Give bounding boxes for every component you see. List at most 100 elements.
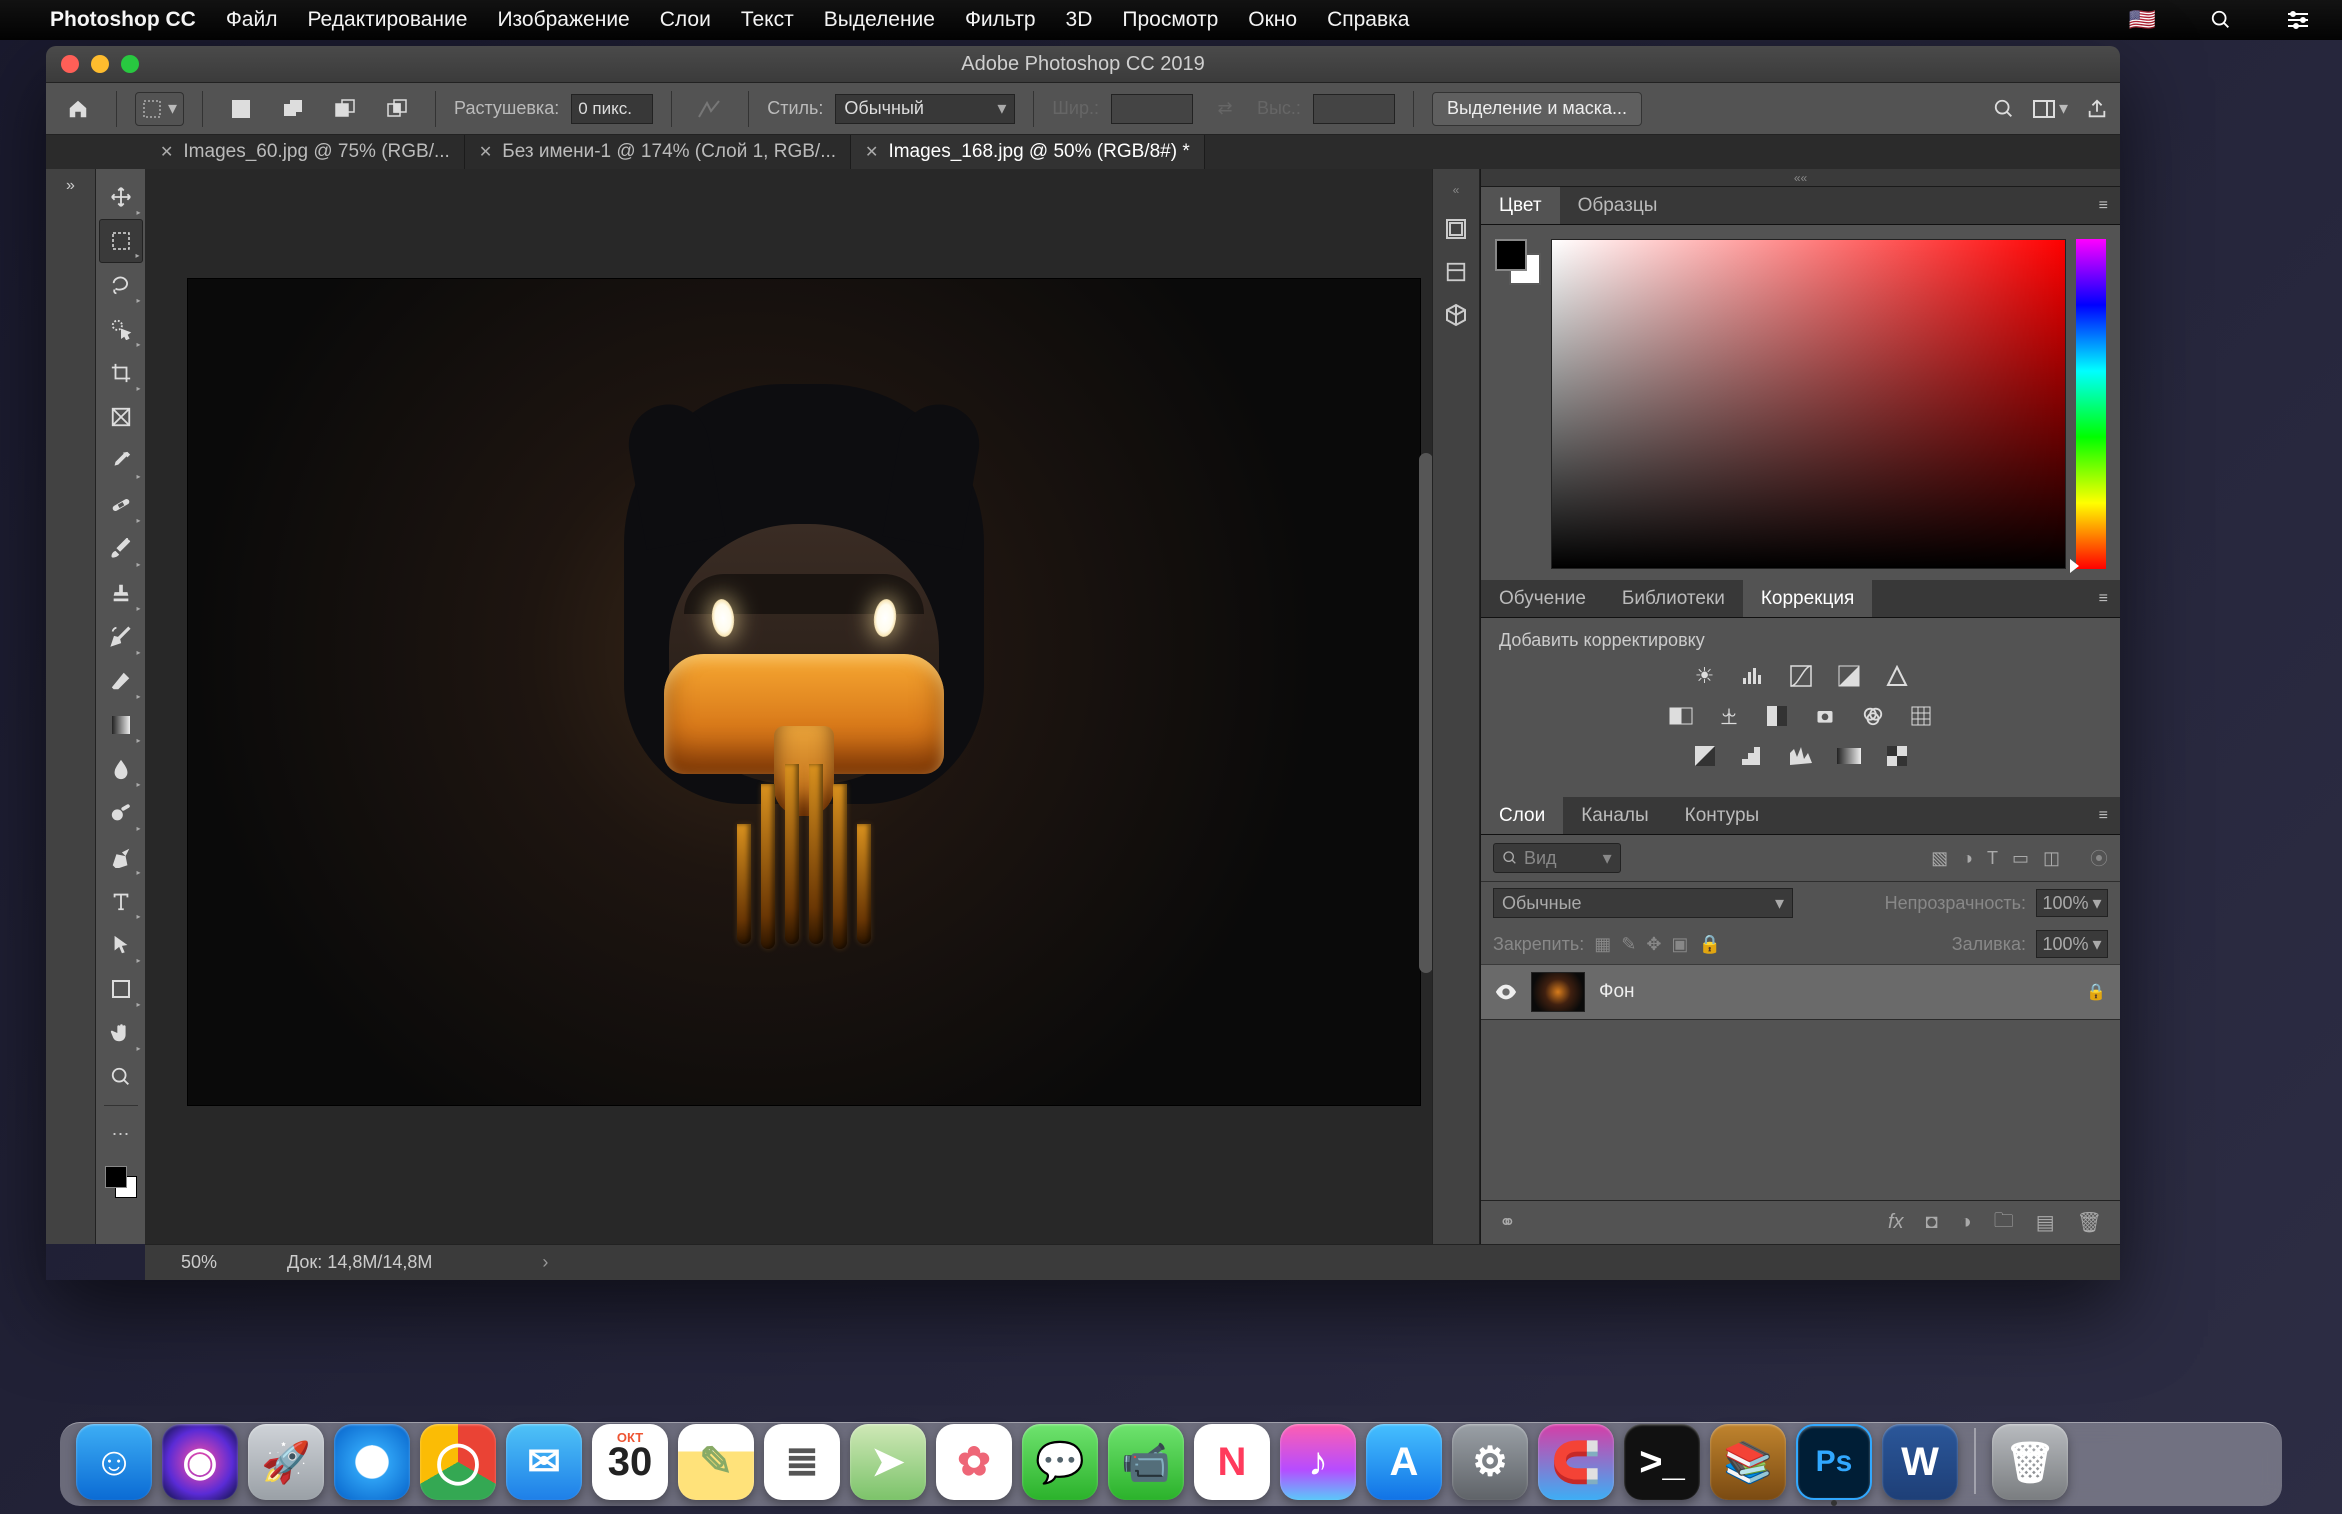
3d-panel-icon[interactable] (1444, 303, 1468, 327)
stamp-tool[interactable]: ▸ (99, 571, 143, 615)
search-icon[interactable] (1993, 98, 2015, 120)
select-and-mask-button[interactable]: Выделение и маска... (1432, 92, 1642, 126)
dock-appstore-icon[interactable]: A (1366, 1424, 1442, 1500)
sub-selection-icon[interactable] (325, 92, 365, 126)
close-icon[interactable]: ✕ (160, 142, 173, 162)
close-icon[interactable]: ✕ (865, 142, 878, 162)
add-selection-icon[interactable] (273, 92, 313, 126)
quick-select-tool[interactable]: ▸ (99, 307, 143, 351)
opacity-input[interactable]: 100%▾ (2036, 889, 2108, 917)
dock-trash-icon[interactable]: 🗑 (1992, 1424, 2068, 1500)
menu-3d[interactable]: 3D (1066, 8, 1093, 32)
color-field[interactable] (1551, 239, 2066, 569)
panel-menu-icon[interactable]: ≡ (2099, 807, 2108, 825)
dock-launchpad-icon[interactable]: 🚀 (248, 1424, 324, 1500)
layer-row[interactable]: Фон 🔒 (1481, 964, 2120, 1020)
panel-collapse-bar[interactable]: «« (1481, 169, 2120, 187)
layer-filter-select[interactable]: Вид ▾ (1493, 843, 1621, 873)
visibility-icon[interactable] (1495, 984, 1517, 1000)
share-icon[interactable] (2086, 98, 2108, 120)
history-brush-tool[interactable]: ▸ (99, 615, 143, 659)
dock-settings-icon[interactable]: ⚙ (1452, 1424, 1528, 1500)
filter-smart-icon[interactable]: ◫ (2043, 848, 2060, 869)
hue-slider[interactable] (2076, 239, 2106, 569)
frame-tool[interactable] (99, 395, 143, 439)
menu-window[interactable]: Окно (1248, 8, 1297, 32)
eraser-tool[interactable]: ▸ (99, 659, 143, 703)
new-selection-icon[interactable] (221, 92, 261, 126)
lock-artboard-icon[interactable]: ▣ (1671, 934, 1688, 955)
channel-mixer-icon[interactable] (1858, 701, 1888, 731)
group-icon[interactable]: 🗀 (1994, 1206, 2014, 1240)
doc-tab[interactable]: ✕Images_60.jpg @ 75% (RGB/... (146, 135, 465, 169)
panel-menu-icon[interactable]: ≡ (2099, 590, 2108, 608)
edit-toolbar-button[interactable]: ⋯ (99, 1112, 143, 1156)
dodge-tool[interactable]: ▸ (99, 791, 143, 835)
dock-news-icon[interactable]: N (1194, 1424, 1270, 1500)
menu-view[interactable]: Просмотр (1122, 8, 1218, 32)
foreground-background-swatch[interactable] (105, 1166, 137, 1198)
antialias-icon[interactable] (690, 92, 730, 126)
brightness-icon[interactable]: ☀ (1690, 661, 1720, 691)
dock-chrome-icon[interactable]: ◯ (420, 1424, 496, 1500)
shape-tool[interactable]: ▸ (99, 967, 143, 1011)
menu-type[interactable]: Текст (741, 8, 794, 32)
workspace-switcher[interactable]: ▾ (2033, 98, 2068, 119)
dock-terminal-icon[interactable]: >_ (1624, 1424, 1700, 1500)
dock-reminders-icon[interactable]: ≣ (764, 1424, 840, 1500)
dock-maps-icon[interactable]: ➤ (850, 1424, 926, 1500)
left-collapse-strip[interactable]: » (46, 169, 96, 1244)
feather-input[interactable] (571, 94, 653, 124)
dock-notes-icon[interactable]: ✎ (678, 1424, 754, 1500)
marquee-tool[interactable]: ▸ (99, 219, 143, 263)
dock-itunes-icon[interactable]: ♪ (1280, 1424, 1356, 1500)
exposure-icon[interactable] (1834, 661, 1864, 691)
dock-facetime-icon[interactable]: 📹 (1108, 1424, 1184, 1500)
style-select[interactable]: Обычный▾ (835, 94, 1015, 124)
properties-panel-icon[interactable] (1444, 261, 1468, 283)
eyedropper-tool[interactable]: ▸ (99, 439, 143, 483)
type-tool[interactable]: ▸ (99, 879, 143, 923)
tab-color[interactable]: Цвет (1481, 187, 1560, 224)
menu-image[interactable]: Изображение (497, 8, 629, 32)
filter-shape-icon[interactable]: ▭ (2012, 848, 2029, 869)
dock-books-icon[interactable]: 📚 (1710, 1424, 1786, 1500)
crop-tool[interactable]: ▸ (99, 351, 143, 395)
dock-calendar-icon[interactable]: 30ОКТ (592, 1424, 668, 1500)
tab-channels[interactable]: Каналы (1563, 797, 1666, 834)
close-icon[interactable]: ✕ (479, 142, 492, 162)
menu-select[interactable]: Выделение (824, 8, 935, 32)
menu-edit[interactable]: Редактирование (307, 8, 467, 32)
layer-name[interactable]: Фон (1599, 981, 1635, 1003)
tab-layers[interactable]: Слои (1481, 797, 1563, 834)
gradient-tool[interactable]: ▸ (99, 703, 143, 747)
tab-learn[interactable]: Обучение (1481, 580, 1604, 617)
threshold-icon[interactable] (1786, 741, 1816, 771)
fill-input[interactable]: 100%▾ (2036, 930, 2108, 958)
zoom-level[interactable]: 50% (181, 1252, 217, 1273)
fx-icon[interactable]: fx (1888, 1211, 1904, 1234)
dock-messages-icon[interactable]: 💬 (1022, 1424, 1098, 1500)
lasso-tool[interactable]: ▸ (99, 263, 143, 307)
layer-thumbnail[interactable] (1531, 972, 1585, 1012)
dock-finder-icon[interactable]: ☺ (76, 1424, 152, 1500)
panel-menu-icon[interactable]: ≡ (2099, 197, 2108, 215)
healing-tool[interactable]: ▸ (99, 483, 143, 527)
lock-trans-icon[interactable]: ▦ (1594, 934, 1611, 955)
doc-size[interactable]: Док: 14,8M/14,8M (287, 1252, 432, 1273)
dock-photos-icon[interactable]: ✿ (936, 1424, 1012, 1500)
color-fg-bg-swatch[interactable] (1495, 239, 1541, 285)
gradient-map-icon[interactable] (1834, 741, 1864, 771)
bw-icon[interactable] (1762, 701, 1792, 731)
hue-sat-icon[interactable] (1666, 701, 1696, 731)
path-select-tool[interactable]: ▸ (99, 923, 143, 967)
doc-tab-active[interactable]: ✕Images_168.jpg @ 50% (RGB/8#) * (851, 135, 1205, 169)
dock-mail-icon[interactable]: ✉ (506, 1424, 582, 1500)
vibrance-icon[interactable] (1882, 661, 1912, 691)
history-panel-icon[interactable] (1444, 217, 1468, 241)
move-tool[interactable]: ▸ (99, 175, 143, 219)
color-lookup-icon[interactable] (1906, 701, 1936, 731)
dock-photoshop-icon[interactable]: Ps (1796, 1424, 1872, 1500)
tab-libraries[interactable]: Библиотеки (1604, 580, 1743, 617)
lock-icon[interactable]: 🔒 (2086, 982, 2106, 1002)
